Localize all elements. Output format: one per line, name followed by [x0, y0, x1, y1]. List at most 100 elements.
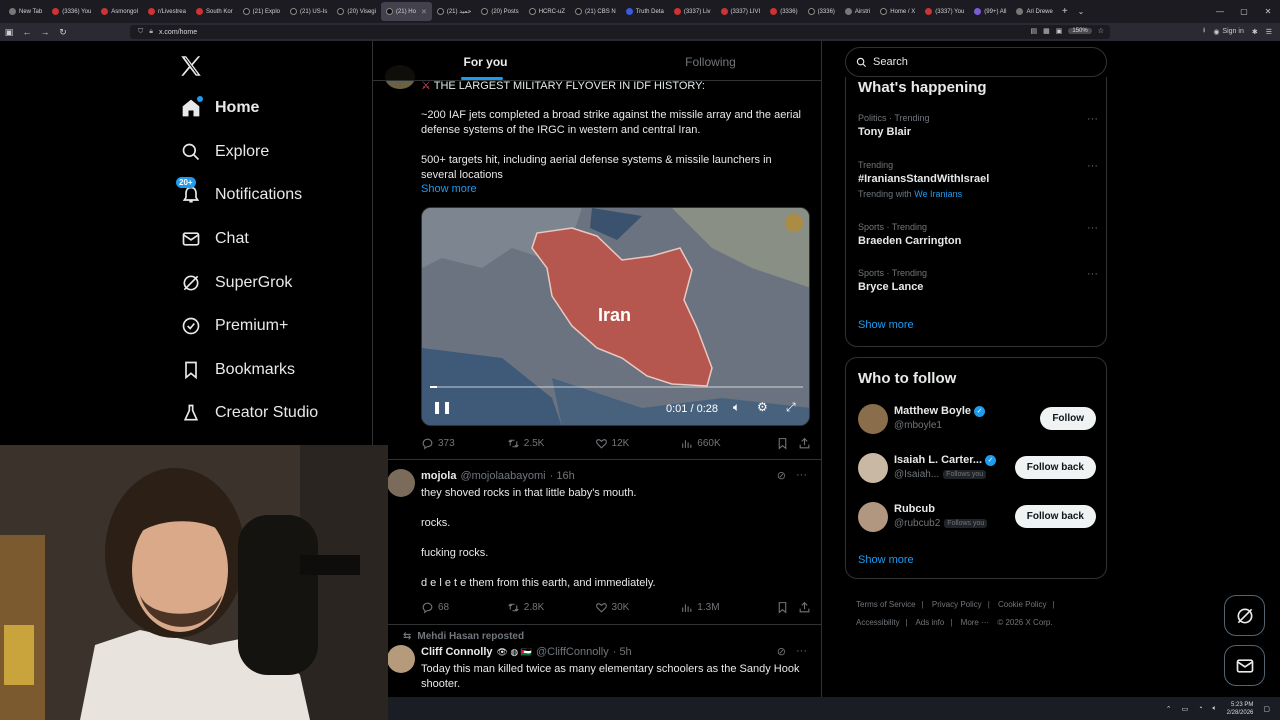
browser-tab[interactable]: (21) US-Is — [285, 2, 332, 21]
repost-button[interactable]: 2.8K — [507, 601, 595, 614]
more-icon[interactable]: ··· — [1087, 160, 1098, 172]
sidebar-item-premium[interactable]: Premium+ — [180, 311, 288, 341]
grok-icon[interactable]: ⊘ — [777, 469, 786, 482]
menu-icon[interactable]: ☰ — [1266, 28, 1272, 36]
clock[interactable]: 5:23 PM 2/28/2026 — [1227, 701, 1254, 717]
more-icon[interactable]: ··· — [796, 645, 807, 658]
maximize-icon[interactable]: ▢ — [1232, 7, 1256, 16]
browser-tab[interactable]: (20) Posts — [476, 2, 523, 21]
views-button[interactable]: 660K — [680, 437, 776, 450]
footer-link[interactable]: Terms of Service — [856, 600, 916, 609]
avatar[interactable] — [858, 453, 888, 483]
download-icon[interactable]: ⭳ — [1203, 26, 1205, 37]
like-button[interactable]: 12K — [595, 437, 681, 450]
browser-tab[interactable]: (20) Visegi — [332, 2, 381, 21]
footer-link[interactable]: Ads info — [915, 618, 944, 627]
volume-icon[interactable]: 🔈︎ — [733, 400, 740, 415]
reload-icon[interactable]: ↻ — [54, 27, 72, 38]
grok-fab-button[interactable] — [1224, 595, 1265, 636]
author-handle[interactable]: @mojolaabayomi — [460, 470, 545, 482]
new-tab-icon[interactable]: + — [1062, 6, 1068, 17]
extensions-icon[interactable]: ✱ — [1252, 28, 1258, 36]
avatar[interactable] — [387, 469, 415, 497]
search-input[interactable]: Search — [845, 47, 1107, 77]
browser-tab[interactable]: Truth Deta — [621, 2, 669, 21]
avatar[interactable] — [858, 404, 888, 434]
browser-tab[interactable]: Asmongol — [96, 2, 143, 21]
follow-button[interactable]: Follow — [1040, 407, 1096, 430]
sidebar-item-bookmarks[interactable]: Bookmarks — [180, 355, 295, 385]
more-icon[interactable]: ··· — [1087, 113, 1098, 125]
speaker-icon[interactable]: 🔈︎ — [1212, 705, 1216, 713]
browser-tab[interactable]: (3337) Liv — [669, 2, 716, 21]
browser-tab[interactable]: Ari Drewe — [1011, 2, 1057, 21]
repost-button[interactable]: 2.5K — [507, 437, 595, 450]
avatar[interactable] — [858, 502, 888, 532]
x-logo-icon[interactable] — [178, 53, 204, 79]
reply-button[interactable]: 68 — [421, 601, 507, 614]
wifi-icon[interactable]: ◔ — [1198, 705, 1202, 712]
tab-list-icon[interactable]: ⌄ — [1078, 7, 1085, 16]
browser-tab[interactable]: South Kor — [191, 2, 238, 21]
browser-tab[interactable]: (21) Explo — [238, 2, 285, 21]
settings-gear-icon[interactable]: ⚙ — [757, 400, 768, 414]
show-more-link[interactable]: Show more — [858, 554, 914, 566]
star-icon[interactable]: ☆ — [1098, 27, 1104, 35]
share-button[interactable] — [798, 601, 811, 614]
reader-icon[interactable]: ▤ — [1030, 27, 1037, 35]
browser-tab[interactable]: HCRC-uZ — [524, 2, 570, 21]
sign-in-button[interactable]: ◉ Sign in — [1213, 28, 1244, 36]
follow-back-button[interactable]: Follow back — [1014, 505, 1096, 528]
minimize-icon[interactable]: — — [1208, 7, 1232, 16]
tab-for-you[interactable]: For you — [373, 41, 598, 80]
sidebar-item-explore[interactable]: Explore — [180, 137, 269, 167]
browser-tab[interactable]: (99+) All — [969, 2, 1011, 21]
network-icon[interactable]: ▭ — [1182, 705, 1189, 713]
video-progress-bar[interactable] — [430, 386, 803, 388]
sidebar-item-home[interactable]: Home — [180, 93, 259, 123]
forward-icon[interactable]: → — [36, 27, 54, 37]
screenshot-icon[interactable]: ▦ — [1043, 27, 1050, 35]
browser-tab[interactable]: (3337) LIVI — [716, 2, 766, 21]
sidebar-item-creator-studio[interactable]: Creator Studio — [180, 398, 318, 428]
footer-link[interactable]: More ··· — [961, 618, 989, 627]
footer-link[interactable]: Cookie Policy — [998, 600, 1046, 609]
author-name[interactable]: Cliff Connolly — [421, 646, 493, 658]
tab-close-icon[interactable]: ✕ — [421, 8, 427, 16]
grok-icon[interactable]: ⊘ — [777, 645, 786, 658]
trend-item[interactable]: Sports · Trending Braeden Carrington ··· — [858, 222, 1098, 247]
zoom-level[interactable]: 150% — [1068, 28, 1092, 34]
browser-tab[interactable]: Home / X — [875, 2, 920, 21]
trend-link[interactable]: We Iranians — [914, 189, 962, 199]
more-icon[interactable]: ··· — [1087, 268, 1098, 280]
show-more-link[interactable]: Show more — [858, 319, 914, 331]
close-window-icon[interactable]: ✕ — [1256, 7, 1280, 16]
show-more-link[interactable]: Show more — [421, 183, 477, 195]
notification-center-icon[interactable]: ▢ — [1263, 705, 1270, 713]
trend-item[interactable]: Trending #IraniansStandWithIsrael Trendi… — [858, 160, 1098, 199]
video-player[interactable]: Iran ❚❚ 0:01 / 0:28 🔈︎ ⚙ ⤢ — [421, 207, 810, 426]
post-time[interactable]: · 5h — [613, 646, 632, 658]
pause-icon[interactable]: ❚❚ — [432, 400, 452, 414]
bookmark-button[interactable] — [776, 601, 798, 614]
footer-link[interactable]: Privacy Policy — [932, 600, 982, 609]
browser-tab[interactable]: (3336) — [765, 2, 802, 21]
bookmark-button[interactable] — [776, 437, 798, 450]
browser-tab[interactable]: Airstri — [840, 2, 875, 21]
browser-tab[interactable]: r/Livestrea — [143, 2, 191, 21]
follow-suggestion[interactable]: Isaiah L. Carter... ✓ @Isaiah... Follows y… — [858, 453, 1096, 485]
more-icon[interactable]: ··· — [796, 469, 807, 482]
tray-chevron-icon[interactable]: ⌃ — [1166, 705, 1172, 713]
avatar[interactable] — [387, 645, 415, 673]
post-time[interactable]: · 16h — [550, 470, 575, 482]
follow-suggestion[interactable]: Matthew Boyle ✓ @mboyle1 Follow — [858, 404, 1096, 436]
tab-following[interactable]: Following — [598, 41, 821, 80]
share-button[interactable] — [798, 437, 811, 450]
follow-back-button[interactable]: Follow back — [1014, 456, 1096, 479]
like-button[interactable]: 30K — [595, 601, 681, 614]
picture-icon[interactable]: ▣ — [1056, 27, 1063, 35]
address-bar[interactable]: ⛉ 🔒︎ x.com/home ▤ ▦ ▣ 150% ☆ — [130, 25, 1110, 39]
sidebar-item-notifications[interactable]: 20+ Notifications — [176, 176, 302, 210]
browser-tab[interactable]: (21) CBS N — [570, 2, 621, 21]
back-icon[interactable]: ← — [18, 27, 36, 37]
